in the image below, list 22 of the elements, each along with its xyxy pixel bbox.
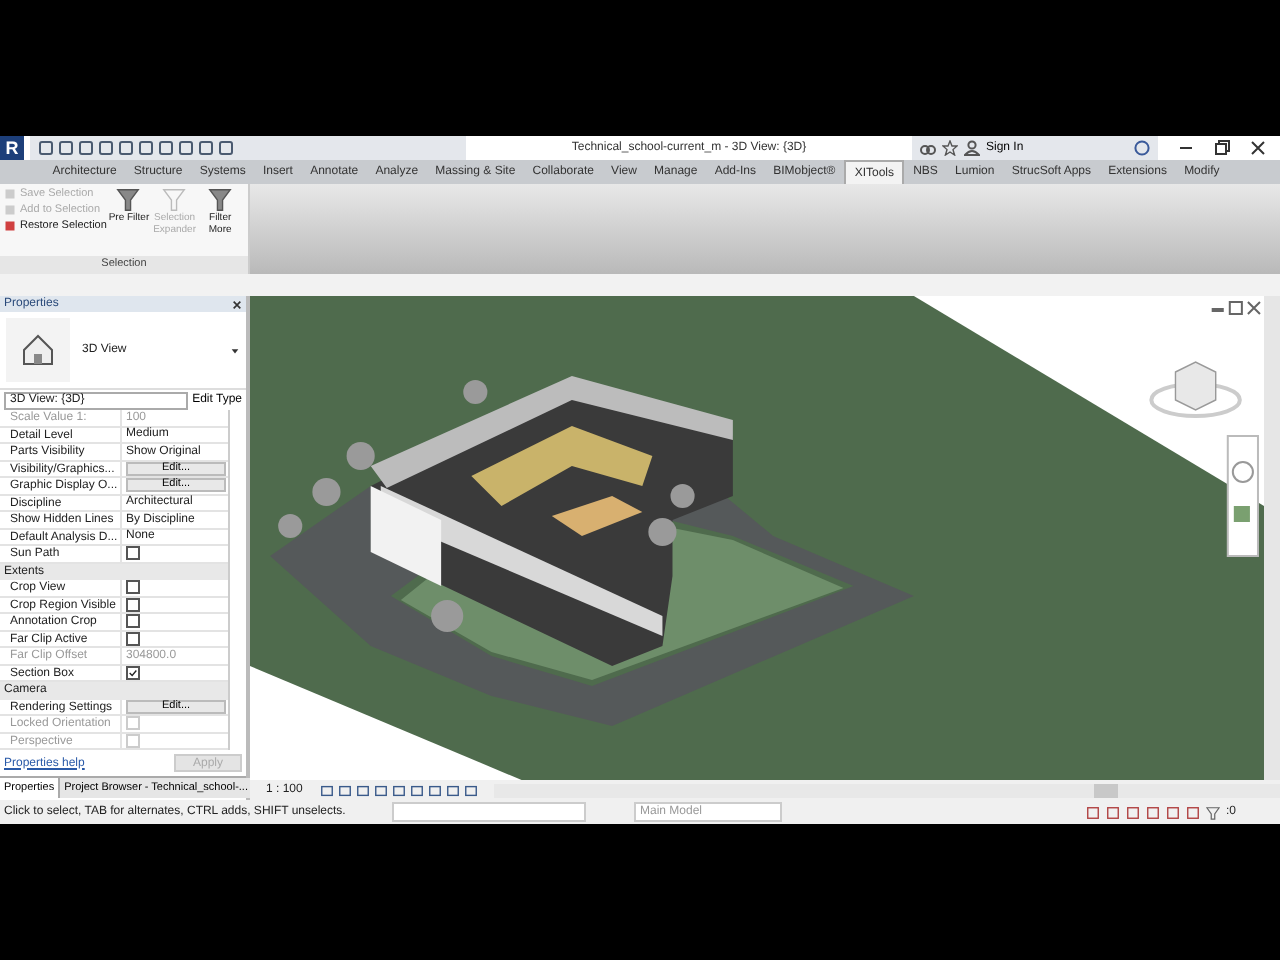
- filter-icon: [162, 188, 187, 212]
- view-window-controls-icon[interactable]: [1211, 301, 1261, 315]
- filter-icon: [116, 188, 141, 212]
- app-logo[interactable]: R: [0, 136, 24, 160]
- filter-icon: [208, 188, 233, 212]
- checkbox[interactable]: [126, 580, 140, 595]
- horizontal-scrollbar[interactable]: [494, 783, 1280, 797]
- view-cube-icon[interactable]: [1149, 361, 1242, 418]
- navigation-bar[interactable]: [1226, 435, 1259, 557]
- close-icon[interactable]: [232, 299, 242, 309]
- house-icon: [6, 318, 70, 382]
- user-icon: [964, 140, 980, 156]
- filter-icon[interactable]: [1205, 805, 1220, 819]
- close-icon[interactable]: [1248, 138, 1268, 158]
- restore-icon[interactable]: [1212, 138, 1232, 158]
- binoculars-icon[interactable]: [920, 140, 936, 156]
- workset-field[interactable]: [392, 802, 586, 822]
- checkbox[interactable]: [126, 546, 140, 561]
- dropdown-arrow-icon[interactable]: [230, 345, 240, 355]
- checkbox[interactable]: [126, 614, 140, 629]
- star-icon[interactable]: [942, 140, 958, 156]
- vertical-scrollbar[interactable]: [1264, 296, 1280, 780]
